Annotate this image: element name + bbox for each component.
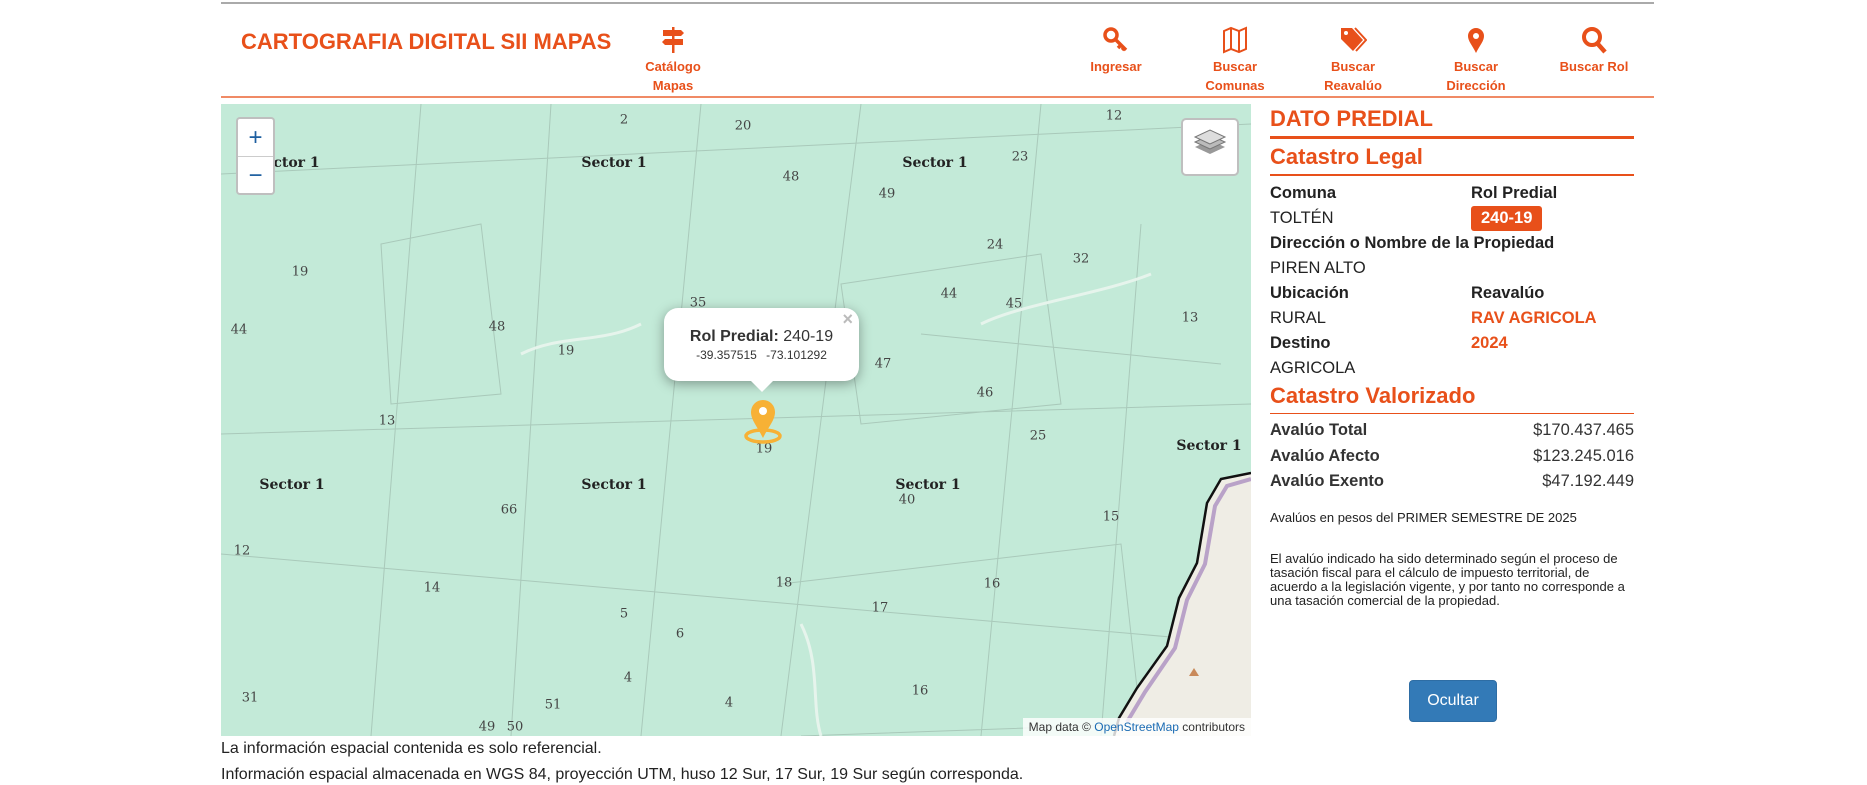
sector-label: Sector 1: [581, 477, 647, 493]
map-background: [221, 104, 1251, 736]
parcel-label: 12: [1105, 108, 1123, 124]
parcel-label: 44: [940, 286, 958, 302]
popup-lon: -73.101292: [766, 348, 827, 362]
map-marker-icon[interactable]: [743, 396, 783, 446]
map-popup: × Rol Predial: 240-19 -39.357515 -73.101…: [664, 308, 859, 392]
sector-label: Sector 1: [581, 155, 647, 171]
parcel-label: 32: [1072, 251, 1090, 267]
nav-buscar-rol[interactable]: Buscar Rol: [1539, 26, 1649, 76]
direccion-label: Dirección o Nombre de la Propiedad: [1270, 234, 1555, 252]
avaluo-row: Avalúo Afecto $123.245.016: [1270, 446, 1634, 465]
zoom-control: + −: [236, 117, 275, 195]
property-panel: DATO PREDIAL Catastro Legal Comuna Rol P…: [1270, 104, 1634, 722]
parcel-label: 49: [878, 186, 896, 202]
map-attribution: Map data © OpenStreetMap contributors: [1022, 718, 1251, 736]
parcel-label: 31: [241, 690, 259, 706]
search-icon: [1582, 27, 1607, 54]
footer-note-2: Información espacial almacenada en WGS 8…: [221, 766, 1024, 783]
nav-buscar-reavaluo[interactable]: Buscar Reavalúo: [1298, 26, 1408, 95]
parcel-label: 25: [1029, 428, 1047, 444]
popup-rol-label: Rol Predial:: [689, 328, 779, 345]
direccion-value: PIREN ALTO: [1270, 259, 1366, 277]
parcel-label: 24: [986, 237, 1004, 253]
nav-ingresar[interactable]: Ingresar: [1061, 26, 1171, 76]
reavaluo-label: Reavalúo: [1471, 284, 1545, 302]
parcel-label: 2: [619, 112, 629, 128]
map-marker-icon: [1468, 28, 1484, 53]
key-icon: [1103, 27, 1128, 52]
parcel-label: 6: [675, 626, 685, 642]
parcel-label: 51: [544, 697, 562, 713]
parcel-label: 40: [898, 492, 916, 508]
parcel-label: 47: [874, 356, 892, 372]
sector-label: Sector 1: [902, 155, 968, 171]
layers-button[interactable]: [1181, 118, 1239, 176]
map-icon: [1223, 26, 1247, 54]
comuna-label: Comuna: [1270, 184, 1336, 202]
parcel-label: 16: [911, 683, 929, 699]
parcel-label: 17: [871, 600, 889, 616]
ocultar-button[interactable]: Ocultar: [1409, 680, 1497, 722]
parcel-label: 46: [976, 385, 994, 401]
avaluo-row: Avalúo Exento $47.192.449: [1270, 472, 1634, 490]
parcel-label: 4: [724, 695, 734, 711]
rol-label: Rol Predial: [1471, 184, 1558, 202]
popup-rol-value: 240-19: [783, 328, 834, 345]
parcel-label: 44: [230, 322, 248, 338]
avaluo-row: Avalúo Total $170.437.465: [1270, 421, 1634, 439]
parcel-label: 48: [488, 319, 506, 335]
signpost-icon: [662, 27, 684, 53]
site-title: CARTOGRAFIA DIGITAL SII MAPAS: [241, 29, 612, 54]
destino-value: AGRICOLA: [1270, 359, 1356, 377]
parcel-label: 18: [775, 575, 793, 591]
parcel-label: 16: [983, 576, 1001, 592]
parcel-label: 19: [291, 264, 309, 280]
parcel-label: 5: [619, 606, 629, 622]
zoom-out-button[interactable]: −: [238, 156, 273, 193]
footer-note-1: La información espacial contenida es sol…: [221, 740, 602, 757]
parcel-label: 23: [1011, 149, 1029, 165]
nav-buscar-direccion[interactable]: Buscar Dirección: [1421, 26, 1531, 95]
parcel-label: 20: [734, 118, 752, 134]
nav-catalogo-mapas[interactable]: Catálogo Mapas: [618, 26, 728, 95]
comuna-value: TOLTÉN: [1270, 209, 1334, 227]
parcel-label: 45: [1005, 296, 1023, 312]
map-view[interactable]: 2 20 12 Sector 1 Sector 1 Sector 1 23 48 49 24 32 1…: [221, 104, 1251, 736]
avaluos-note: Avalúos en pesos del PRIMER SEMESTRE DE …: [1270, 509, 1577, 525]
ubicacion-label: Ubicación: [1270, 284, 1349, 302]
parcel-label: 14: [423, 580, 441, 596]
parcel-label: 13: [378, 413, 396, 429]
popup-close-button[interactable]: ×: [842, 309, 853, 330]
parcel-label: 19: [557, 343, 575, 359]
panel-title: DATO PREDIAL: [1270, 104, 1634, 139]
nav-buscar-comunas[interactable]: Buscar Comunas: [1180, 26, 1290, 95]
parcel-label: 4: [623, 670, 633, 686]
catastro-legal-heading: Catastro Legal: [1270, 142, 1634, 176]
rol-badge: 240-19: [1471, 206, 1543, 231]
parcel-label: 12: [233, 543, 251, 559]
header-divider: [221, 96, 1654, 98]
avaluos-list: Avalúo Total $170.437.465 Avalúo Afecto $1…: [1270, 418, 1634, 495]
parcel-label: 48: [782, 169, 800, 185]
parcel-label: 50: [506, 719, 524, 735]
parcel-label: 15: [1102, 509, 1120, 525]
parcel-label: 49: [478, 719, 496, 735]
parcel-label: 13: [1181, 310, 1199, 326]
sector-label: Sector 1: [259, 477, 325, 493]
top-divider: [221, 2, 1654, 4]
disclaimer: El avalúo indicado ha sido determinado s…: [1270, 550, 1625, 608]
tags-icon: [1341, 27, 1367, 52]
sector-label: Sector 1: [895, 477, 961, 493]
openstreetmap-link[interactable]: OpenStreetMap: [1094, 720, 1179, 734]
sector-label: Sector 1: [1176, 438, 1242, 454]
zoom-in-button[interactable]: +: [238, 119, 273, 156]
parcel-label: 66: [500, 502, 518, 518]
layers-icon: [1193, 129, 1227, 154]
catastro-valorizado-heading: Catastro Valorizado: [1270, 381, 1634, 414]
popup-lat: -39.357515: [696, 348, 757, 362]
destino-label: Destino: [1270, 334, 1331, 352]
